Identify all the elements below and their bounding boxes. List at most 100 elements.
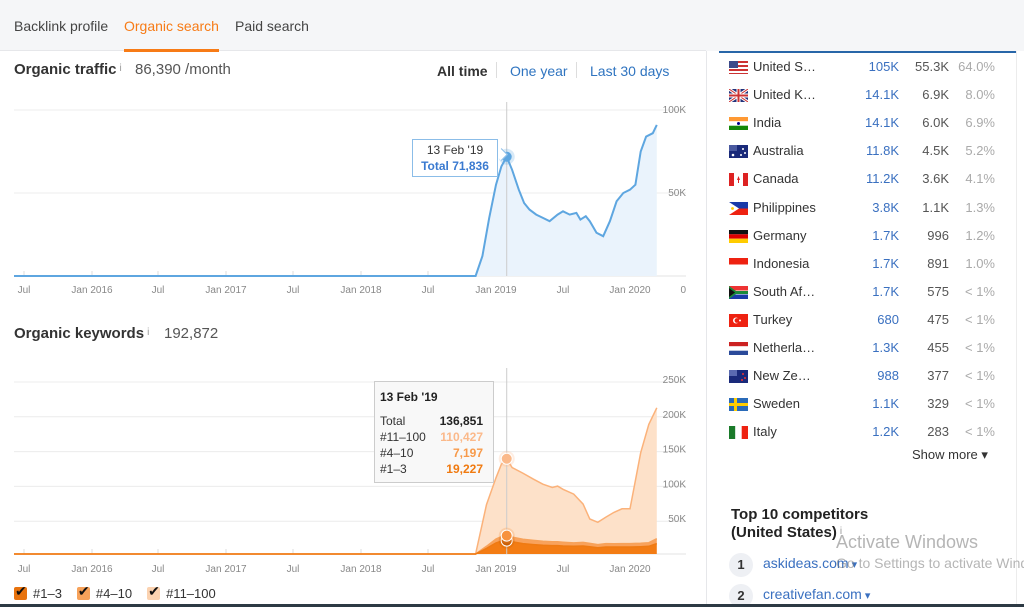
country-name[interactable]: Canada	[753, 171, 799, 186]
country-name[interactable]: Indonesia	[753, 256, 809, 271]
country-name[interactable]: Sweden	[753, 396, 800, 411]
competitors-title-line1: Top 10 competitors	[731, 506, 869, 523]
country-name[interactable]: Netherla…	[753, 340, 815, 355]
x-tick-label: Jul	[152, 564, 165, 575]
organic-traffic-title: Organic traffic i	[14, 61, 122, 78]
checkbox-checked-icon[interactable]	[147, 583, 161, 600]
country-row: Australia 11.8K 4.5K 5.2%	[729, 141, 999, 161]
country-traffic[interactable]: 988	[877, 368, 899, 383]
tooltip-row: #11–100 110,427	[380, 429, 493, 445]
country-traffic[interactable]: 1.3K	[872, 340, 899, 355]
country-traffic[interactable]: 680	[877, 312, 899, 327]
x-tick-label: Jan 2020	[609, 564, 651, 575]
country-keywords: 283	[927, 424, 949, 440]
country-traffic[interactable]: 11.8K	[866, 143, 899, 158]
flag-ph-icon	[729, 201, 748, 215]
tab-backlink-profile[interactable]: Backlink profile	[14, 18, 108, 34]
organic-keywords-chart[interactable]: 250K 200K 150K 100K 50K Jul Jan 2016 Jul Jan 201…	[0, 360, 700, 582]
tab-bar: Backlink profile Organic search Paid sea…	[0, 0, 706, 52]
x-tick-label: Jul	[18, 285, 31, 296]
show-more-button[interactable]: Show more ▾	[912, 447, 988, 463]
legend-item-4-10[interactable]: #4–10	[76, 583, 132, 601]
range-divider	[496, 62, 497, 78]
country-keywords: 4.5K	[922, 143, 949, 159]
range-one-year[interactable]: One year	[510, 63, 568, 79]
country-traffic[interactable]: 1.1K	[872, 396, 899, 411]
organic-traffic-value: 86,390 /month	[135, 61, 231, 78]
country-traffic[interactable]: 14.1K	[865, 115, 899, 130]
country-share: 5.2%	[965, 143, 995, 159]
country-name[interactable]: Australia	[753, 143, 804, 158]
country-traffic[interactable]: 1.7K	[872, 256, 899, 271]
country-name[interactable]: New Ze…	[753, 368, 811, 383]
y-tick-label: 100K	[663, 479, 687, 490]
country-name[interactable]: Germany	[753, 228, 806, 243]
country-name[interactable]: United K…	[753, 87, 816, 102]
competitor-domain-link[interactable]: creativefan.com	[763, 586, 870, 602]
x-tick-label: Jan 2017	[205, 564, 247, 575]
tooltip-row-label: Total	[380, 414, 406, 428]
flag-it-icon	[729, 426, 748, 440]
country-traffic[interactable]: 1.2K	[872, 424, 899, 439]
tooltip-row-label: #4–10	[380, 446, 414, 460]
country-share: 4.1%	[965, 171, 995, 187]
country-name[interactable]: Turkey	[753, 312, 792, 327]
country-share: < 1%	[965, 340, 995, 355]
country-traffic[interactable]: 14.1K	[865, 87, 899, 102]
country-share: 1.3%	[965, 199, 995, 215]
countries-panel: United S… 105K 55.3K 64.0% United K… 14.1K 6.9…	[706, 51, 1024, 607]
country-traffic[interactable]: 1.7K	[872, 284, 899, 299]
country-keywords: 55.3K	[915, 59, 949, 74]
tab-organic-search[interactable]: Organic search	[124, 18, 219, 52]
country-row: Indonesia 1.7K 891 1.0%	[729, 254, 999, 274]
country-share: < 1%	[965, 283, 995, 299]
country-row: Germany 1.7K 996 1.2%	[729, 226, 999, 246]
country-traffic[interactable]: 11.2K	[866, 171, 899, 186]
range-divider	[576, 62, 577, 78]
country-name[interactable]: Italy	[753, 424, 777, 439]
x-tick-label: Jul	[287, 564, 300, 575]
country-row: Netherla… 1.3K 455 < 1%	[729, 338, 999, 358]
legend-label: #1–3	[33, 586, 62, 601]
competitors-title-line2: (United States) i	[731, 523, 868, 541]
country-name[interactable]: United S…	[753, 59, 816, 74]
legend-item-top3[interactable]: #1–3	[14, 583, 62, 601]
country-traffic[interactable]: 105K	[869, 59, 899, 74]
country-name[interactable]: South Af…	[753, 284, 815, 299]
flag-tr-icon	[729, 313, 748, 327]
info-icon[interactable]: i	[147, 327, 149, 338]
app-root: Backlink profile Organic search Paid sea…	[0, 0, 1024, 607]
country-name[interactable]: Philippines	[753, 200, 816, 215]
info-icon[interactable]: i	[120, 63, 122, 74]
info-icon[interactable]: i	[840, 526, 842, 537]
keywords-legend: #1–3 #4–10 #11–100	[14, 583, 216, 601]
x-tick-label: Jan 2019	[475, 285, 517, 296]
tab-paid-search[interactable]: Paid search	[235, 18, 309, 34]
competitor-domain-link[interactable]: askideas.com	[763, 555, 857, 571]
country-keywords: 996	[927, 227, 949, 243]
country-keywords: 891	[927, 255, 949, 271]
competitors-country: (United States)	[731, 524, 837, 541]
country-share: 1.2%	[965, 227, 995, 243]
organic-traffic-chart[interactable]: 100K 50K 0 Jul Jan 2016 Jul Jan 2017 Jul Jan 201…	[0, 95, 700, 300]
y-tick-label: 50K	[668, 188, 686, 199]
range-last-30-days[interactable]: Last 30 days	[590, 63, 669, 79]
country-row: Canada 11.2K 3.6K 4.1%	[729, 169, 999, 189]
country-row: United K… 14.1K 6.9K 8.0%	[729, 85, 999, 105]
country-name[interactable]: India	[753, 115, 781, 130]
checkbox-checked-icon[interactable]	[76, 583, 90, 600]
legend-item-11-100[interactable]: #11–100	[147, 583, 216, 601]
country-traffic[interactable]: 3.8K	[872, 200, 899, 215]
country-share: < 1%	[965, 311, 995, 327]
range-all-time[interactable]: All time	[437, 63, 488, 79]
country-traffic[interactable]: 1.7K	[872, 228, 899, 243]
x-tick-label: Jan 2016	[71, 285, 113, 296]
panel-accent-line	[719, 51, 1017, 53]
country-row: New Ze… 988 377 < 1%	[729, 366, 999, 386]
checkbox-checked-icon[interactable]	[14, 583, 27, 600]
flag-au-icon	[729, 145, 748, 159]
organic-keywords-label: Organic keywords	[14, 325, 145, 342]
flag-ca-icon	[729, 173, 748, 187]
x-tick-label: Jul	[152, 285, 165, 296]
x-tick-label: Jan 2018	[340, 285, 382, 296]
